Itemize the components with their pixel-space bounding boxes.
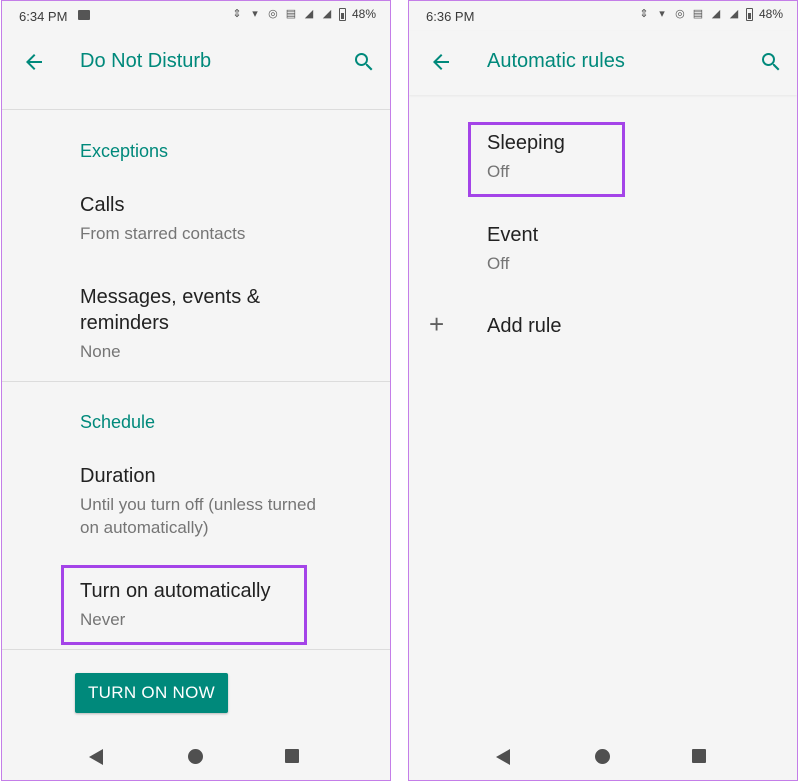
item-title: Event (487, 224, 539, 246)
battery-icon (338, 7, 346, 21)
image-notification-icon (78, 10, 90, 20)
nav-back-icon[interactable] (496, 749, 510, 765)
app-bar: Do Not Disturb (2, 31, 390, 95)
divider (2, 109, 390, 110)
nav-recents-icon[interactable] (285, 749, 299, 763)
item-subtitle: None (80, 342, 121, 361)
divider (2, 649, 390, 650)
status-time: 6:34 PM (19, 9, 68, 24)
vibrate-icon: ⇕ (639, 8, 649, 20)
item-subtitle-line2: on automatically) (80, 518, 209, 537)
battery-percent: 48% (758, 7, 783, 21)
battery-icon (745, 7, 753, 21)
nav-home-icon[interactable] (595, 749, 610, 764)
status-time: 6:36 PM (426, 9, 475, 24)
battery-percent: 48% (351, 7, 376, 21)
page-title: Do Not Disturb (80, 50, 212, 72)
volte-icon: ▤ (692, 8, 704, 20)
section-header-schedule: Schedule (80, 412, 156, 432)
item-title: Duration (80, 465, 156, 487)
wifi-icon: ▾ (659, 8, 665, 20)
item-subtitle: Off (487, 254, 510, 273)
back-arrow-icon[interactable] (22, 50, 46, 74)
search-icon[interactable] (759, 50, 783, 74)
signal-icon-2: ◢ (729, 8, 739, 20)
turn-on-now-button[interactable]: TURN ON NOW (75, 673, 228, 713)
divider (2, 381, 390, 382)
volte-icon: ▤ (285, 8, 297, 20)
item-title-line1: Messages, events & (80, 286, 261, 308)
add-rule-label: Add rule (487, 315, 562, 337)
item-title: Calls (80, 194, 125, 216)
vibrate-icon: ⇕ (232, 8, 242, 20)
nav-recents-icon[interactable] (692, 749, 706, 763)
signal-icon-2: ◢ (322, 8, 332, 20)
app-bar: Automatic rules (409, 31, 797, 95)
status-bar: 6:34 PM ⇕ ▾ ◎ ▤ ◢ ◢ 48% (2, 1, 390, 31)
signal-icon: ◢ (304, 8, 314, 20)
signal-icon: ◢ (711, 8, 721, 20)
highlight-box (468, 122, 625, 197)
navigation-bar (2, 736, 390, 780)
navigation-bar (409, 736, 797, 780)
item-subtitle: From starred contacts (80, 224, 246, 243)
nav-home-icon[interactable] (188, 749, 203, 764)
plus-icon: + (429, 309, 445, 339)
hotspot-icon: ◎ (268, 8, 278, 20)
nav-back-icon[interactable] (89, 749, 103, 765)
phone-screen-do-not-disturb: 6:34 PM ⇕ ▾ ◎ ▤ ◢ ◢ 48% Do Not Disturb E… (1, 0, 391, 781)
wifi-icon: ▾ (252, 8, 258, 20)
item-title-line2: reminders (80, 312, 169, 334)
search-icon[interactable] (352, 50, 376, 74)
phone-screen-automatic-rules: 6:36 PM ⇕ ▾ ◎ ▤ ◢ ◢ 48% Automatic rules … (408, 0, 798, 781)
status-bar: 6:36 PM ⇕ ▾ ◎ ▤ ◢ ◢ 48% (409, 1, 797, 31)
item-subtitle-line1: Until you turn off (unless turned (80, 495, 316, 514)
hotspot-icon: ◎ (675, 8, 685, 20)
page-title: Automatic rules (487, 50, 625, 72)
highlight-box (61, 565, 307, 645)
section-header-exceptions: Exceptions (80, 141, 169, 161)
back-arrow-icon[interactable] (429, 50, 453, 74)
